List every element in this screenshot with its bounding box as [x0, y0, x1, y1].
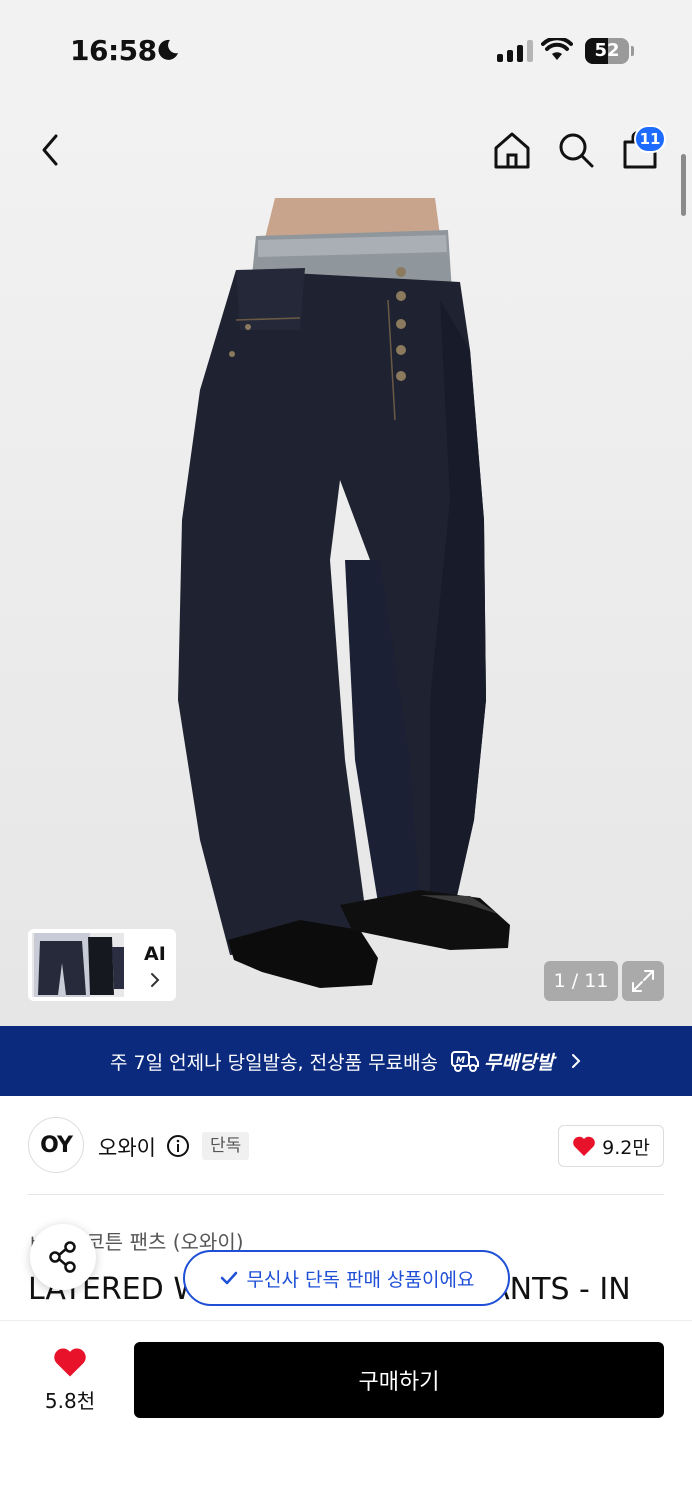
status-time: 16:58 [70, 34, 157, 67]
signal-icon [497, 40, 533, 62]
share-icon [49, 1241, 76, 1273]
brand-like-button[interactable]: 9.2만 [558, 1125, 664, 1167]
product-image[interactable] [0, 100, 692, 1026]
battery-icon: 52 [585, 38, 629, 64]
ai-thumbnail-button[interactable]: AI [28, 929, 176, 1001]
brand-like-count: 9.2만 [602, 1136, 650, 1159]
back-button[interactable] [30, 130, 70, 170]
info-icon[interactable] [166, 1134, 190, 1158]
battery-cap [631, 46, 634, 56]
product-like-count: 5.8천 [44, 1389, 96, 1413]
expand-image-button[interactable] [622, 961, 664, 1001]
scrollbar[interactable] [681, 154, 686, 216]
search-icon [559, 133, 594, 168]
search-button[interactable] [554, 128, 598, 172]
delivery-truck-icon: M [451, 1051, 480, 1072]
share-button[interactable] [30, 1224, 96, 1290]
divider [28, 1194, 664, 1195]
buy-button[interactable]: 구매하기 [134, 1342, 664, 1418]
exclusive-toast: 무신사 단독 판매 상품이에요 [183, 1250, 510, 1306]
heart-icon [573, 1136, 595, 1156]
chevron-right-icon [571, 1054, 581, 1068]
shipping-banner-text: 주 7일 언제나 당일발송, 전상품 무료배송 [110, 1051, 439, 1074]
chevron-left-icon [42, 134, 58, 166]
free-delivery-logo-text: 무배당발 [484, 1051, 554, 1074]
expand-icon [632, 970, 654, 992]
free-delivery-logo: M 무배당발 [450, 1048, 554, 1075]
toast-text: 무신사 단독 판매 상품이에요 [246, 1268, 475, 1291]
moon-icon [158, 39, 178, 60]
ai-label: AI [144, 943, 166, 965]
chevron-right-icon [151, 973, 160, 987]
brand-name[interactable]: 오와이 [98, 1132, 156, 1162]
check-icon [220, 1271, 237, 1285]
brand-logo[interactable]: OY [28, 1117, 84, 1173]
heart-icon[interactable] [52, 1346, 88, 1378]
battery-level: 52 [594, 40, 620, 61]
thumbnail-image [32, 933, 124, 997]
status-bar: 16:58 52 [0, 0, 692, 100]
home-icon [494, 132, 530, 169]
shipping-banner[interactable]: 주 7일 언제나 당일발송, 전상품 무료배송 M 무배당발 [0, 1026, 692, 1096]
wifi-icon [541, 38, 573, 60]
cart-count-badge: 11 [634, 125, 666, 153]
svg-text:M: M [456, 1056, 465, 1066]
exclusive-tag: 단독 [202, 1132, 250, 1160]
image-page-counter: 1 / 11 [544, 961, 618, 1001]
home-button[interactable] [490, 128, 534, 172]
